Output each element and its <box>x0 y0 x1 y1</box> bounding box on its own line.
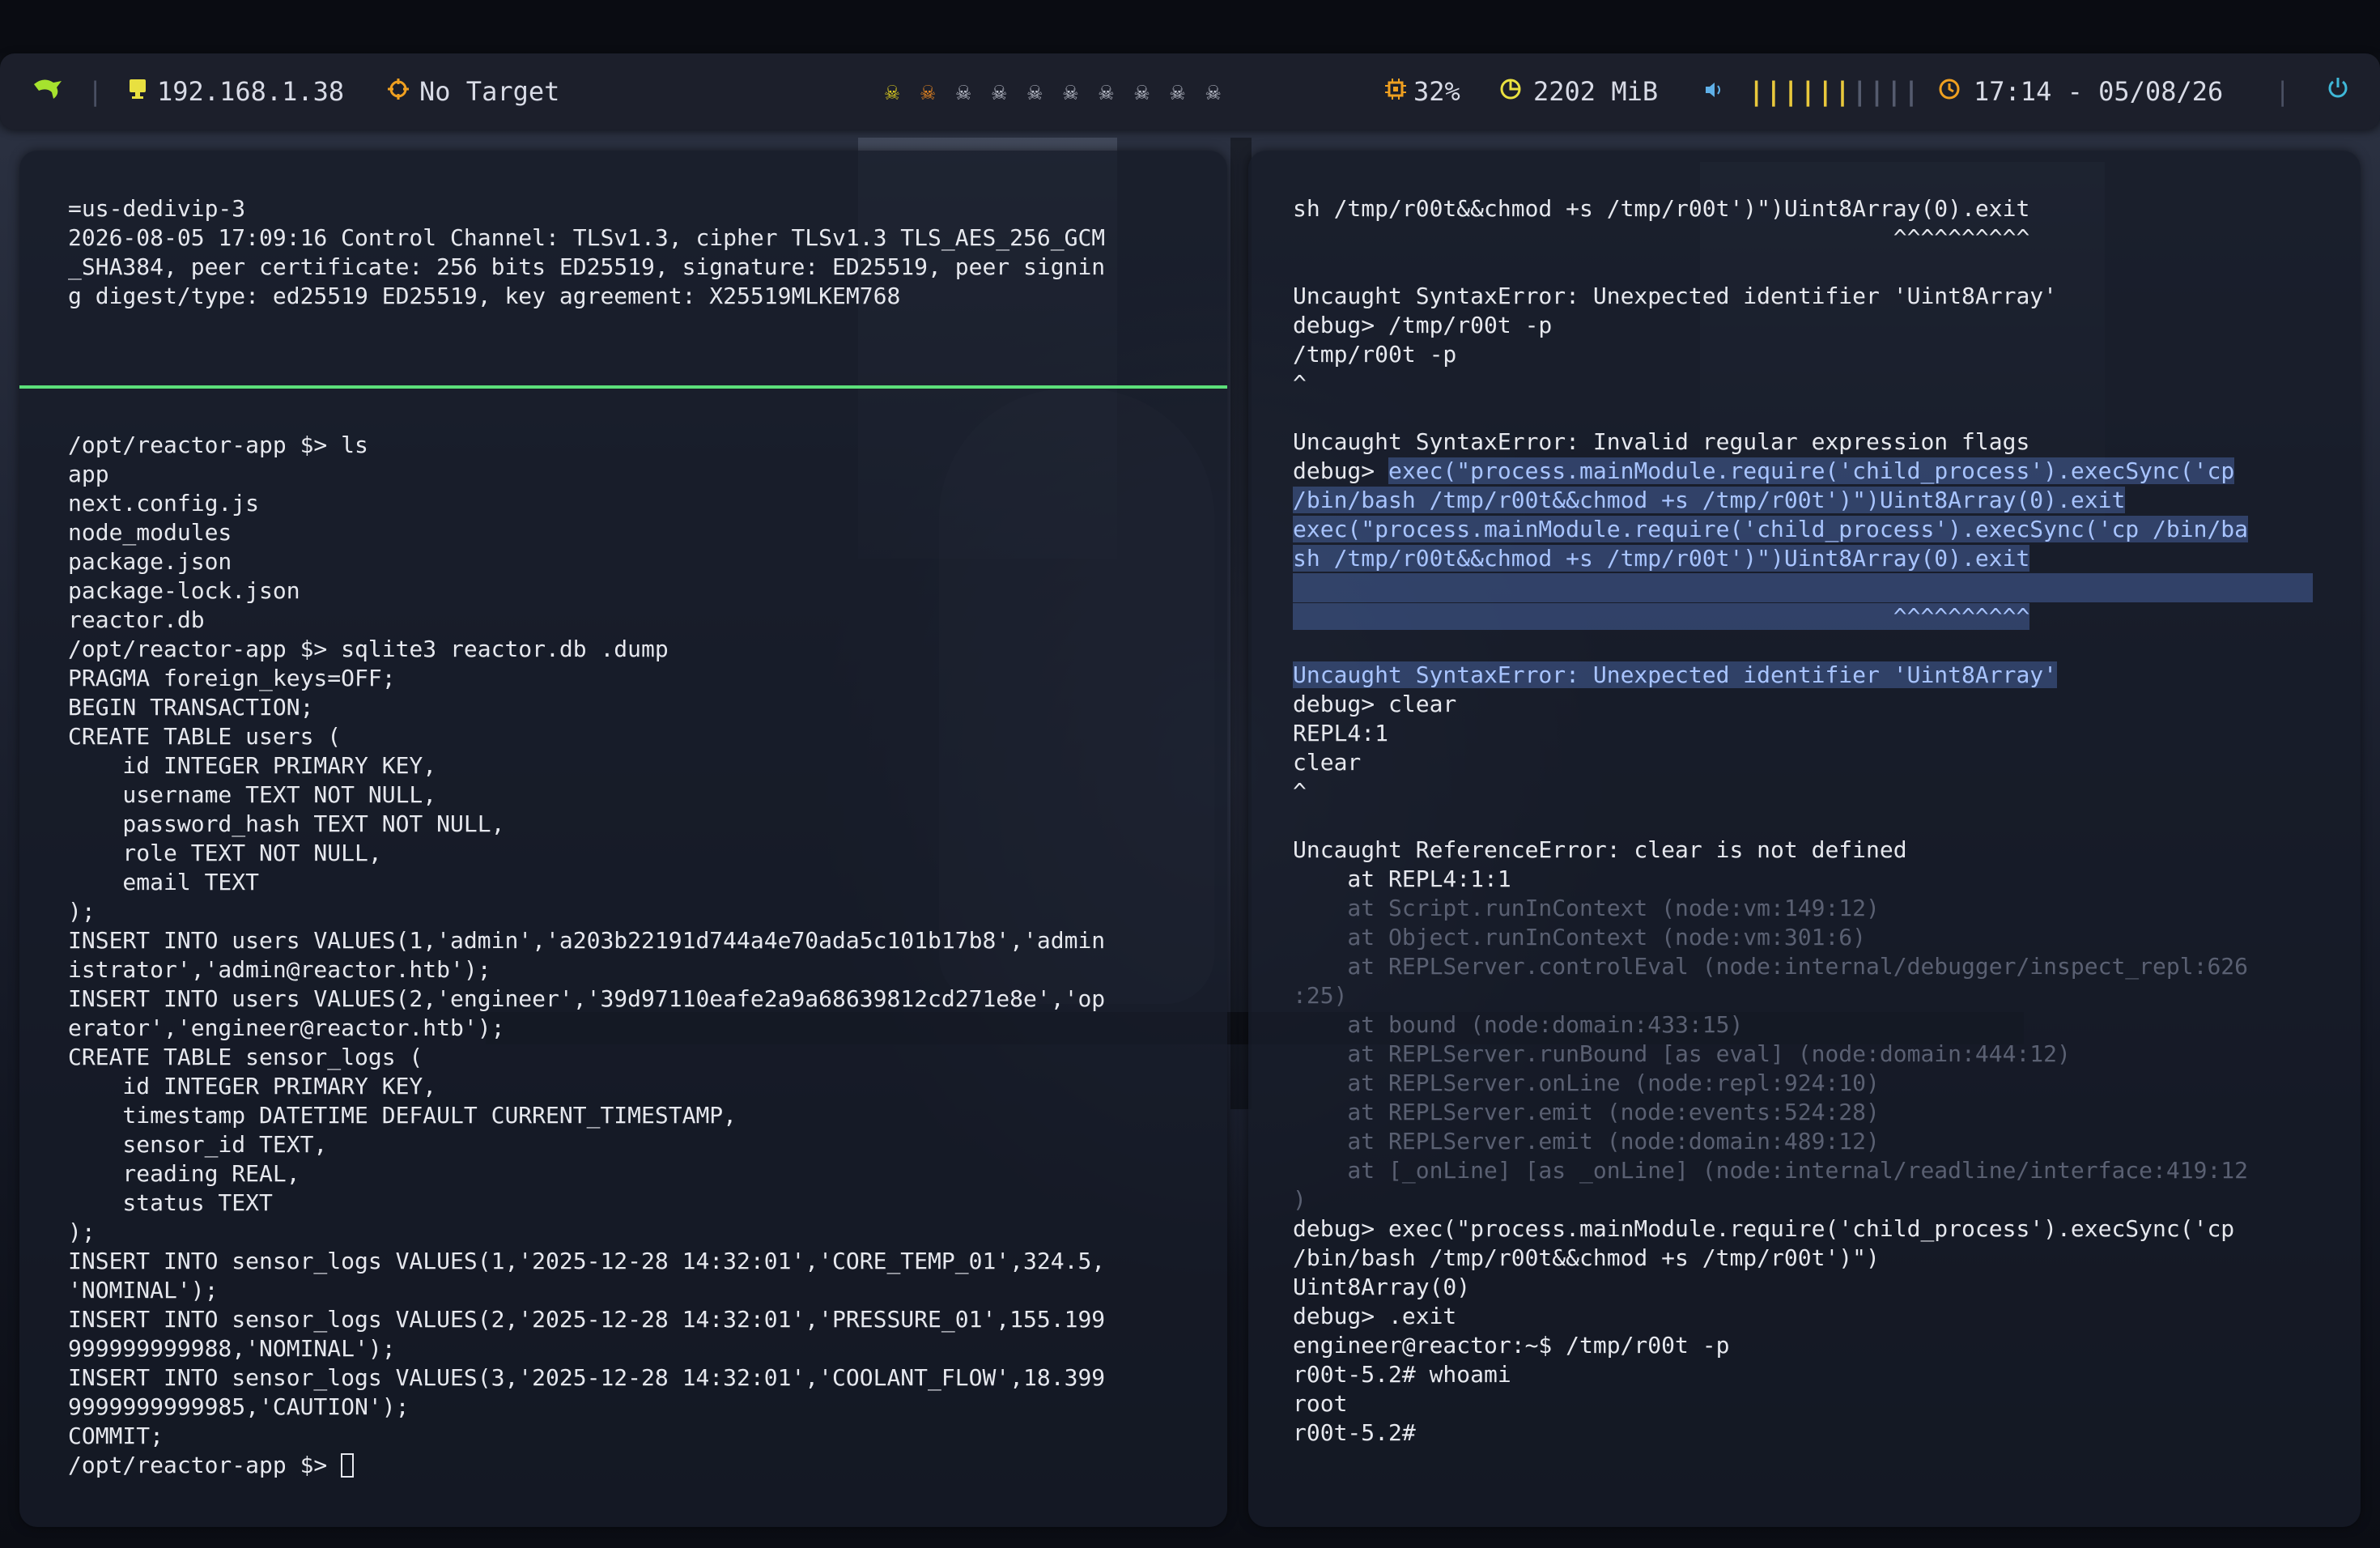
workspace-7-skull-icon[interactable]: ☠ <box>1099 78 1113 106</box>
target-label: No Target <box>419 76 560 107</box>
terminal-output-bottom: /opt/reactor-app $> ls app next.config.j… <box>68 432 1106 1478</box>
terminal-right[interactable]: sh /tmp/r00t&&chmod +s /tmp/r00t')")Uint… <box>1248 151 2361 1527</box>
pane-split-divider[interactable] <box>19 385 1227 389</box>
terminal-output-right: sh /tmp/r00t&&chmod +s /tmp/r00t')")Uint… <box>1293 194 2313 1448</box>
terminal-left[interactable]: =us-dedivip-3 2026-08-05 17:09:16 Contro… <box>19 151 1227 1527</box>
selected-text[interactable]: exec("process.mainModule.require('child_… <box>1388 457 2235 484</box>
memory-usage: 2202 MiB <box>1533 76 1659 107</box>
power-icon[interactable] <box>2326 76 2350 107</box>
workspace-6-skull-icon[interactable]: ☠ <box>1063 78 1077 106</box>
workspace-10-skull-icon[interactable]: ☠ <box>1206 78 1221 106</box>
workspaces: ☠ ☠ ☠ ☠ ☠ ☠ ☠ ☠ ☠ ☠ <box>874 53 1231 130</box>
workspace-5-skull-icon[interactable]: ☠ <box>1027 78 1042 106</box>
ip-widget: 192.168.1.38 <box>128 53 344 130</box>
monitor-icon <box>128 76 147 107</box>
memory-widget: 2202 MiB <box>1499 53 1658 130</box>
ip-address: 192.168.1.38 <box>157 76 345 107</box>
dragon-icon[interactable] <box>32 75 63 108</box>
workspace-3-skull-icon[interactable]: ☠ <box>956 78 971 106</box>
crosshair-icon <box>387 76 410 107</box>
cpu-widget: 32% <box>1384 53 1460 130</box>
target-widget: No Target <box>387 53 559 130</box>
clock-widget: 17:14 - 05/08/26 <box>1938 53 2223 130</box>
workspace-9-skull-icon[interactable]: ☠ <box>1171 78 1185 106</box>
power-widget[interactable]: | <box>2275 53 2350 130</box>
volume-slider[interactable]: |||||||||| <box>1749 76 1921 107</box>
volume-widget[interactable]: |||||||||| <box>1703 53 1921 130</box>
separator: | <box>87 76 104 107</box>
terminal-output-top: =us-dedivip-3 2026-08-05 17:09:16 Contro… <box>68 195 1106 309</box>
status-bar: | 192.168.1.38 No Target ☠ ☠ ☠ ☠ ☠ ☠ ☠ ☠… <box>0 53 2380 130</box>
cpu-usage: 32% <box>1413 76 1460 107</box>
workspace-2-skull-icon[interactable]: ☠ <box>920 78 935 106</box>
pie-chart-icon <box>1499 76 1522 107</box>
separator: | <box>2275 76 2291 107</box>
clock-text: 17:14 - 05/08/26 <box>1974 76 2224 107</box>
launcher[interactable]: | <box>32 53 103 130</box>
workspace-1-skull-icon[interactable]: ☠ <box>885 78 899 106</box>
selection-blank-line <box>1293 573 2313 602</box>
terminal-cursor[interactable] <box>341 1453 355 1478</box>
root-prompt: r00t-5.2# <box>1293 1419 1416 1446</box>
cpu-icon <box>1384 76 1407 107</box>
workspace-8-skull-icon[interactable]: ☠ <box>1134 78 1149 106</box>
shell-prompt: /opt/reactor-app $> <box>68 1452 342 1478</box>
clock-icon <box>1938 76 1961 107</box>
workspace-4-skull-icon[interactable]: ☠ <box>992 78 1006 106</box>
speaker-icon[interactable] <box>1703 76 1724 107</box>
